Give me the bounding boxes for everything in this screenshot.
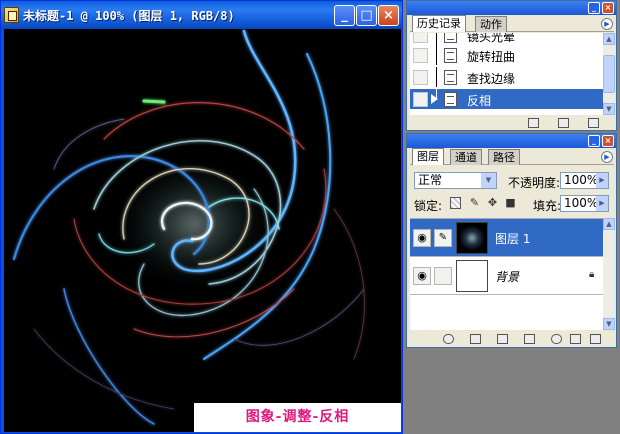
caption-text: 图象-调整-反相 bbox=[245, 409, 350, 425]
history-state-icon bbox=[444, 92, 457, 107]
lock-all-icon[interactable]: ■ bbox=[505, 197, 516, 209]
tab-paths[interactable]: 路径 bbox=[488, 149, 520, 165]
scroll-up-icon[interactable]: ▲ bbox=[603, 218, 615, 230]
trash-icon[interactable] bbox=[588, 118, 599, 128]
scroll-thumb[interactable] bbox=[603, 55, 615, 93]
history-item[interactable]: 查找边缘 bbox=[410, 67, 603, 87]
fill-field[interactable]: 100% ▶ bbox=[560, 195, 609, 212]
minimize-icon: _ bbox=[341, 8, 348, 23]
fill-label: 填充: bbox=[533, 199, 562, 213]
maximize-icon: □ bbox=[360, 8, 373, 23]
layers-tabs: 图层 通道 路径 bbox=[410, 148, 614, 165]
history-state-icon bbox=[444, 33, 457, 43]
minimize-button[interactable]: _ bbox=[334, 5, 355, 26]
layers-list: ◉ ✎ 图层 1 ◉ 背景 🔒︎ bbox=[410, 218, 603, 330]
photoshop-document-icon bbox=[4, 7, 19, 23]
layer-row[interactable]: ◉ 背景 🔒︎ bbox=[410, 257, 603, 295]
blend-mode-select[interactable]: 正常 ▼ bbox=[414, 172, 497, 189]
palette-menu-icon[interactable]: ▶ bbox=[601, 18, 613, 30]
lock-label: 锁定: bbox=[414, 199, 443, 213]
inverted-twirl-artwork bbox=[12, 29, 365, 425]
tab-channels[interactable]: 通道 bbox=[450, 149, 482, 165]
image-canvas[interactable]: 图象-调整-反相 bbox=[4, 29, 401, 432]
trash-icon[interactable] bbox=[590, 334, 601, 344]
scroll-up-icon[interactable]: ▲ bbox=[603, 33, 615, 45]
lock-transparency-icon[interactable] bbox=[450, 197, 461, 209]
maximize-button[interactable]: □ bbox=[356, 5, 377, 26]
tab-layers[interactable]: 图层 bbox=[412, 148, 444, 165]
scroll-down-icon[interactable]: ▼ bbox=[603, 318, 615, 330]
lock-move-icon[interactable]: ✥ bbox=[487, 197, 498, 209]
caption-box: 图象-调整-反相 bbox=[194, 403, 401, 432]
brush-icon[interactable]: ✎ bbox=[434, 229, 452, 247]
document-window: 未标题-1 @ 100% (图层 1, RGB/8) _ □ × 图象-调整-反… bbox=[0, 0, 403, 434]
history-scrollbar[interactable]: ▲ ▼ bbox=[603, 33, 615, 115]
palette-close-button[interactable]: × bbox=[602, 135, 614, 147]
document-title: 未标题-1 @ 100% (图层 1, RGB/8) bbox=[23, 9, 235, 23]
opacity-field[interactable]: 100% ▶ bbox=[560, 172, 609, 189]
layer-name[interactable]: 背景 bbox=[495, 268, 519, 285]
eye-icon[interactable]: ◉ bbox=[413, 229, 431, 247]
layers-palette: _ × 图层 通道 路径 ▶ 正常 ▼ 不透明度: 100% ▶ 锁定: ✎ ✥… bbox=[406, 133, 617, 348]
layer-name[interactable]: 图层 1 bbox=[495, 230, 530, 247]
new-group-icon[interactable] bbox=[524, 334, 535, 344]
close-button[interactable]: × bbox=[378, 5, 399, 26]
history-list: 镜头光晕 旋转扭曲 查找边缘 反相 bbox=[410, 33, 603, 115]
history-item[interactable]: 镜头光晕 bbox=[410, 33, 603, 45]
chevron-down-icon[interactable]: ▼ bbox=[481, 173, 496, 188]
layers-scrollbar[interactable]: ▲ ▼ bbox=[603, 218, 615, 330]
close-icon: × bbox=[383, 8, 394, 23]
layer-mask-icon[interactable] bbox=[497, 334, 508, 344]
layer-thumbnail bbox=[456, 222, 488, 254]
new-layer-icon[interactable] bbox=[570, 334, 581, 344]
snapshot-checkbox[interactable] bbox=[413, 92, 428, 107]
layers-palette-titlebar[interactable]: _ × bbox=[407, 134, 616, 148]
layers-footer bbox=[410, 333, 615, 346]
layer-style-icon[interactable] bbox=[470, 334, 481, 344]
chevron-right-icon[interactable]: ▶ bbox=[596, 173, 608, 188]
palette-minimize-button[interactable]: _ bbox=[588, 2, 600, 14]
history-tabs: 历史记录 动作 bbox=[410, 15, 614, 32]
palette-menu-icon[interactable]: ▶ bbox=[601, 151, 613, 163]
snapshot-checkbox[interactable] bbox=[413, 33, 428, 43]
history-palette: _ × 历史记录 动作 ▶ 镜头光晕 旋转扭曲 查找边缘 反相 ▲ ▼ bbox=[406, 0, 617, 131]
lock-icon: 🔒︎ bbox=[589, 269, 595, 280]
lock-paint-brush-icon[interactable]: ✎ bbox=[469, 197, 480, 209]
scroll-down-icon[interactable]: ▼ bbox=[603, 103, 615, 115]
layer-row-selected[interactable]: ◉ ✎ 图层 1 bbox=[410, 219, 603, 257]
tab-history[interactable]: 历史记录 bbox=[412, 15, 466, 32]
adjustment-layer-icon[interactable] bbox=[551, 334, 562, 344]
chevron-right-icon[interactable]: ▶ bbox=[596, 196, 608, 211]
palette-minimize-button[interactable]: _ bbox=[588, 135, 600, 147]
history-state-icon bbox=[444, 48, 457, 63]
history-state-icon bbox=[444, 70, 457, 85]
history-palette-titlebar[interactable]: _ × bbox=[407, 1, 616, 15]
palette-close-button[interactable]: × bbox=[602, 2, 614, 14]
opacity-label: 不透明度: bbox=[508, 176, 561, 190]
link-box[interactable] bbox=[434, 267, 452, 285]
layer-thumbnail bbox=[456, 260, 488, 292]
document-titlebar[interactable]: 未标题-1 @ 100% (图层 1, RGB/8) _ □ × bbox=[1, 1, 402, 29]
new-snapshot-icon[interactable] bbox=[558, 118, 569, 128]
link-layers-icon[interactable] bbox=[443, 334, 454, 344]
snapshot-checkbox[interactable] bbox=[413, 70, 428, 85]
eye-icon[interactable]: ◉ bbox=[413, 267, 431, 285]
history-item[interactable]: 旋转扭曲 bbox=[410, 45, 603, 65]
history-item-selected[interactable]: 反相 bbox=[410, 89, 603, 109]
history-state-marker-icon bbox=[431, 94, 438, 104]
history-footer bbox=[410, 117, 615, 130]
new-document-from-state-icon[interactable] bbox=[528, 118, 539, 128]
tab-actions[interactable]: 动作 bbox=[475, 16, 507, 32]
snapshot-checkbox[interactable] bbox=[413, 48, 428, 63]
